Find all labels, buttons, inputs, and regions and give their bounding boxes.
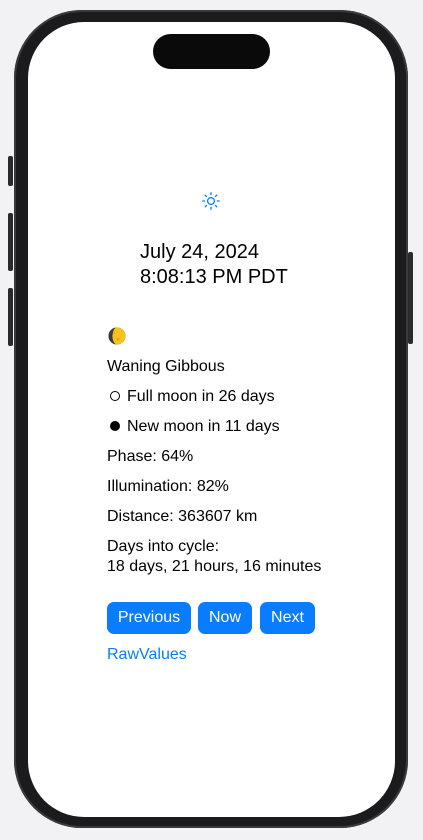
distance-value: Distance: 363607 km: [107, 508, 258, 525]
full-moon-row: Full moon in 26 days: [107, 387, 275, 407]
datetime-display: July 24, 2024 8:08:13 PM PDT: [140, 240, 288, 290]
time-label: 8:08:13 PM PDT: [140, 266, 288, 288]
new-moon-row: New moon in 11 days: [107, 417, 280, 437]
full-moon-circle-icon: [110, 391, 120, 401]
date-label: July 24, 2024: [140, 241, 259, 263]
dynamic-island: [153, 34, 270, 69]
new-moon-circle-icon: [110, 421, 120, 431]
now-button[interactable]: Now: [198, 602, 252, 634]
phase-value: Phase: 64%: [107, 448, 194, 465]
full-moon-text: Full moon in 26 days: [127, 388, 275, 405]
sun-icon[interactable]: [202, 192, 220, 210]
illumination-value: Illumination: 82%: [107, 478, 229, 495]
volume-down-button: [8, 288, 13, 346]
cycle-value: 18 days, 21 hours, 16 minutes: [107, 558, 322, 575]
phase-name: Waning Gibbous: [107, 358, 225, 375]
volume-up-button: [8, 213, 13, 271]
power-button: [408, 252, 413, 344]
cycle-info: Days into cycle: 18 days, 21 hours, 16 m…: [107, 537, 321, 577]
mute-switch: [8, 156, 13, 186]
raw-values-link[interactable]: RawValues: [107, 646, 187, 664]
cycle-label: Days into cycle:: [107, 538, 220, 555]
previous-button[interactable]: Previous: [107, 602, 191, 634]
new-moon-text: New moon in 11 days: [127, 418, 280, 435]
app-screen: July 24, 2024 8:08:13 PM PDT Waning Gibb…: [28, 22, 395, 817]
waning-gibbous-moon-icon: [108, 327, 126, 345]
next-button[interactable]: Next: [260, 602, 315, 634]
